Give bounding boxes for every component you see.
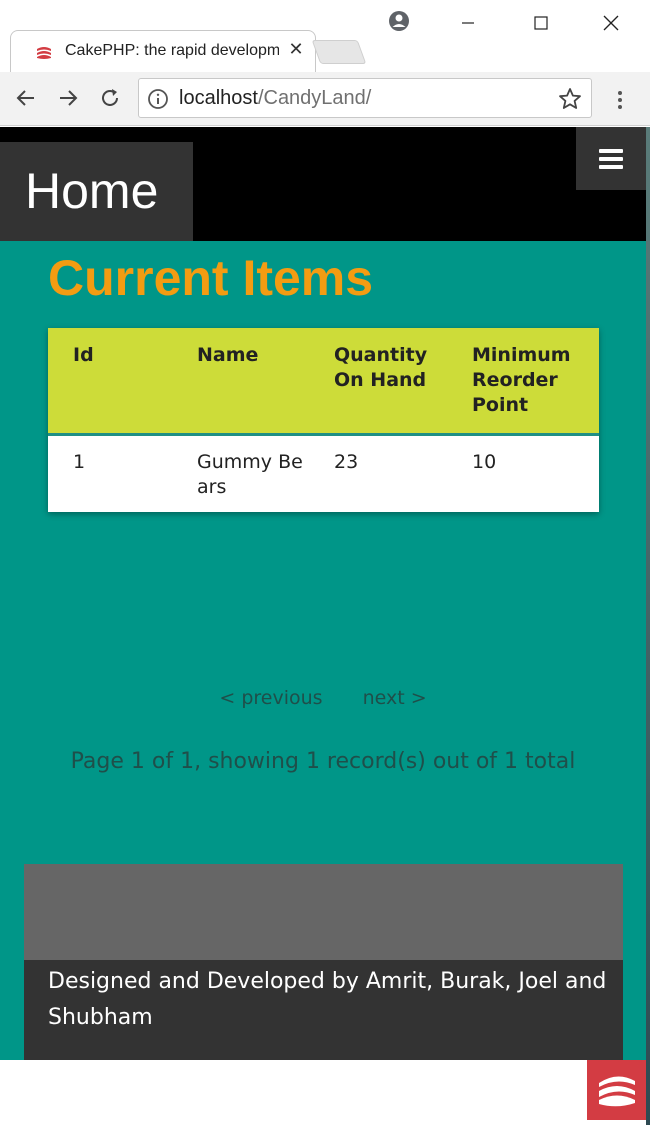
- cakephp-logo-icon[interactable]: [587, 1060, 646, 1120]
- home-label: Home: [25, 163, 159, 219]
- browser-toolbar: localhost/CandyLand/: [0, 72, 650, 126]
- header-quantity-label: Quantity On Hand: [334, 344, 428, 391]
- hamburger-icon[interactable]: [576, 127, 646, 190]
- cakephp-favicon-icon: [37, 47, 51, 59]
- browser-tab[interactable]: CakePHP: the rapid development php frame…: [10, 30, 316, 72]
- browser-titlebar: CakePHP: the rapid development php frame…: [0, 0, 650, 72]
- maximize-icon: [534, 16, 548, 30]
- cell-quantity: 23: [309, 434, 447, 512]
- forward-arrow-icon: [60, 90, 78, 106]
- footer: Designed and Developed by Amrit, Burak, …: [24, 864, 623, 1060]
- header-id[interactable]: Id: [48, 328, 172, 436]
- reload-icon: [102, 89, 118, 106]
- window-edge: [646, 127, 650, 1125]
- next-link[interactable]: next >: [363, 687, 427, 709]
- pagination: < previous next >: [0, 687, 646, 709]
- url-host: localhost: [179, 87, 258, 109]
- footer-credits-box: Designed and Developed by Amrit, Burak, …: [24, 960, 623, 1060]
- table-header-row: Id Name Quantity On Hand Minimum Reorder…: [48, 328, 599, 436]
- new-tab-button[interactable]: [311, 40, 367, 64]
- header-quantity[interactable]: Quantity On Hand: [309, 328, 447, 436]
- url-text: localhost/CandyLand/: [179, 87, 371, 110]
- forward-button[interactable]: [52, 82, 84, 114]
- top-navbar: Home: [0, 127, 646, 241]
- previous-link[interactable]: < previous: [219, 687, 322, 709]
- page-content: Home Current Items Id Name Quantity On H…: [0, 127, 646, 1060]
- close-icon: [603, 15, 619, 31]
- minimize-button[interactable]: [448, 8, 488, 38]
- header-name-label: Name: [197, 344, 259, 366]
- cake-logo-mark: [598, 1076, 635, 1107]
- footer-credits: Designed and Developed by Amrit, Burak, …: [48, 969, 607, 1030]
- back-button[interactable]: [10, 82, 42, 114]
- header-id-label: Id: [73, 344, 94, 366]
- minimize-icon: [462, 22, 474, 24]
- tab-title: CakePHP: the rapid development php frame…: [65, 42, 279, 59]
- cell-minimum: 10: [447, 434, 599, 512]
- url-path: /CandyLand/: [257, 87, 372, 109]
- page-title: Current Items: [48, 250, 374, 306]
- home-link[interactable]: Home: [0, 142, 193, 241]
- tab-close-icon[interactable]: ✕: [285, 39, 307, 61]
- table-row: 1 Gummy Bears 23 10: [48, 434, 599, 512]
- header-minimum-label: Minimum Reorder Point: [472, 344, 571, 416]
- cell-id: 1: [48, 434, 172, 512]
- maximize-button[interactable]: [521, 8, 561, 38]
- reload-button[interactable]: [94, 82, 126, 114]
- header-name[interactable]: Name: [172, 328, 309, 436]
- bookmark-star-icon[interactable]: [557, 86, 583, 112]
- info-icon[interactable]: [147, 88, 169, 110]
- address-bar[interactable]: localhost/CandyLand/: [138, 78, 592, 118]
- back-arrow-icon: [16, 90, 34, 106]
- profile-icon[interactable]: [388, 10, 410, 32]
- pagination-counter: Page 1 of 1, showing 1 record(s) out of …: [70, 749, 576, 774]
- browser-menu-icon[interactable]: [606, 86, 634, 114]
- bottom-bar: [0, 1060, 646, 1125]
- cell-name: Gummy Bears: [172, 434, 309, 512]
- items-table: Id Name Quantity On Hand Minimum Reorder…: [48, 328, 599, 512]
- close-window-button[interactable]: [591, 8, 631, 38]
- header-minimum[interactable]: Minimum Reorder Point: [447, 328, 599, 436]
